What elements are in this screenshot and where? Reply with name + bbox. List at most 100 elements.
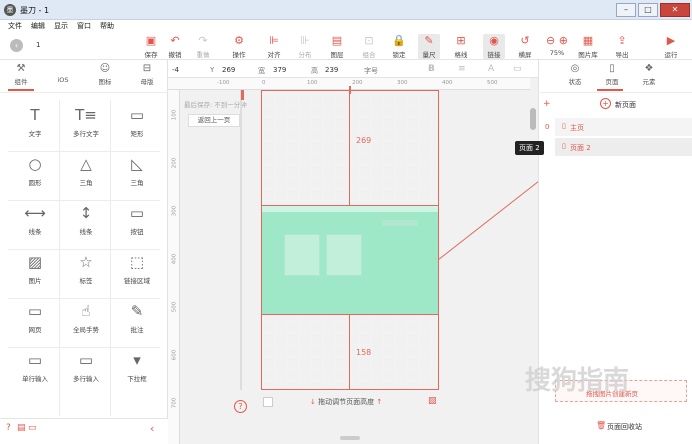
component-single-input[interactable]: ▭ 单行输入 [11, 349, 59, 383]
toolbar-image-library-button[interactable]: ▦ 图片库 [577, 34, 599, 59]
toolbar-redo-button[interactable]: ↷ 重做 [192, 34, 214, 59]
tab-apple[interactable]: iOS [42, 63, 84, 84]
toolbar-zoom-button[interactable]: ⊖ ⊕ 75% [546, 34, 568, 57]
y-field[interactable]: 269 [222, 66, 235, 74]
menu-window[interactable]: 窗口 [77, 21, 91, 31]
fill-icon[interactable]: ▭ [513, 64, 522, 74]
component-text[interactable]: T 文字 [11, 104, 59, 138]
component-multiline-text[interactable]: T≡ 多行文字 [62, 104, 110, 138]
toolbar-undo-button[interactable]: ↶ 撤销 [164, 34, 186, 59]
toolbar-label: 图片库 [578, 51, 598, 59]
component-webpage[interactable]: ▭ 网页 [11, 300, 59, 334]
canvas-scrollbar[interactable] [530, 108, 536, 130]
minimize-button[interactable]: – [616, 3, 636, 17]
menu-help[interactable]: 帮助 [100, 21, 114, 31]
bold-icon[interactable]: B [428, 64, 435, 74]
hotspot-card-preview [326, 234, 362, 276]
component-right-triangle[interactable]: ◺ 三角 [113, 153, 161, 187]
toolbar-save-button[interactable]: ▣ 保存 [140, 34, 162, 59]
component-rectangle[interactable]: ▭ 矩形 [113, 104, 161, 138]
recycle-bin-icon: 🗑 [596, 421, 607, 430]
component-v-line[interactable]: ↕ 线条 [62, 202, 110, 236]
toolbar-export-button[interactable]: ⇪ 导出 [611, 34, 633, 59]
new-page-button[interactable]: 新页面 [615, 100, 636, 110]
action-icon: ⚙ [234, 34, 244, 47]
tab-label: 组件 [14, 78, 28, 86]
link-eye-icon: ◉ [489, 34, 499, 47]
toolbar-rotate-button[interactable]: ↺ 横屏 [514, 34, 536, 59]
component-circle[interactable]: ○ 圆形 [11, 153, 59, 187]
component-annotation[interactable]: ✎ 批注 [113, 300, 161, 334]
multiline-text-icon: T≡ [75, 106, 97, 124]
right-tab-label: 状态 [568, 78, 582, 86]
watermark: 搜狗指南 [525, 366, 630, 396]
page-item-home-label: 主页 [570, 124, 584, 132]
state-icon: ◎ [570, 63, 580, 74]
text-color-icon[interactable]: A [488, 64, 494, 74]
tab-emoji[interactable]: ☺ 图标 [84, 63, 126, 86]
component-gesture[interactable]: ☝ 全局手势 [62, 300, 110, 334]
toolbar-group-button[interactable]: ⊡ 组合 [358, 34, 380, 59]
back-circle-icon[interactable]: ‹ [10, 39, 23, 52]
tab-component[interactable]: ⚒ 组件 [0, 63, 42, 86]
drag-page-height-hint[interactable]: ↓ 拖动调节页面高度 ↑ [310, 397, 382, 407]
maximize-button[interactable]: □ [638, 3, 658, 17]
toolbar-ruler-button[interactable]: ✎ 量尺 [418, 34, 440, 59]
image-icon[interactable]: ▨ [428, 396, 437, 406]
right-tab-page[interactable]: ▯ 页面 [596, 63, 628, 86]
ruler-h-label: 500 [487, 80, 498, 86]
toolbar-layer-button[interactable]: ▤ 图层 [326, 34, 348, 59]
arrow-down-icon: ↓ [310, 398, 316, 406]
component-tag-star[interactable]: ☆ 标签 [62, 251, 110, 285]
measure-line-top [349, 90, 350, 205]
component-h-line[interactable]: ⟷ 线条 [11, 202, 59, 236]
webpage-icon: ▭ [27, 302, 43, 320]
toolbar-distribute-button[interactable]: ⊪ 分布 [294, 34, 316, 59]
toolbar-run-button[interactable]: ▶ 运行 [660, 34, 682, 59]
page-item-2-label: 页面 2 [570, 144, 591, 152]
link-hotspot[interactable] [261, 205, 439, 315]
checkbox-icon[interactable] [263, 397, 273, 407]
ruler-h-label: 0 [262, 80, 266, 86]
right-tab-state[interactable]: ◎ 状态 [559, 63, 591, 86]
component-multi-input[interactable]: ▭ 多行输入 [62, 349, 110, 383]
menu-view[interactable]: 显示 [54, 21, 68, 31]
toolbar-grid-button[interactable]: ⊞ 格线 [450, 34, 472, 59]
toolbar-action-button[interactable]: ⚙ 操作 [228, 34, 250, 59]
app-logo-icon: 墨 [4, 4, 16, 16]
doc-icon[interactable]: ▤ [17, 423, 26, 433]
height-field[interactable]: 239 [325, 66, 338, 74]
component-label: 链接区域 [124, 277, 150, 285]
measure-line-bottom [349, 315, 350, 390]
help-circle-icon[interactable]: ? [6, 423, 11, 433]
help-icon[interactable]: ? [234, 400, 247, 413]
rectangle-icon: ▭ [129, 106, 145, 124]
text-align-icon[interactable]: ≡ [458, 64, 466, 74]
menu-edit[interactable]: 编辑 [31, 21, 45, 31]
width-field[interactable]: 379 [273, 66, 286, 74]
toolbar-lock-button[interactable]: 🔒 锁定 [388, 34, 410, 59]
rotate-icon: ↺ [520, 34, 530, 47]
collapse-left-icon[interactable]: ‹ [150, 422, 154, 435]
toolbar-align-button[interactable]: ⊫ 对齐 [263, 34, 285, 59]
active-tab-indicator [8, 89, 34, 91]
back-to-previous-button[interactable]: 返回上一页 [188, 114, 240, 127]
x-field[interactable]: -4 [172, 66, 179, 74]
component-dropdown[interactable]: ▾ 下拉框 [113, 349, 161, 383]
component-triangle[interactable]: △ 三角 [62, 153, 110, 187]
right-tab-element[interactable]: ❖ 元素 [633, 63, 665, 86]
canvas-h-scrollbar[interactable] [340, 436, 360, 440]
recycle-bin-button[interactable]: 页面回收站 [607, 422, 642, 432]
chat-icon[interactable]: ▭ [28, 423, 37, 433]
hotspot-card-preview [284, 234, 320, 276]
last-saved-text: 最后保存: 不到一分钟 [184, 101, 247, 109]
toolbar-link-eye-button[interactable]: ◉ 链接 [483, 34, 505, 59]
component-image[interactable]: ▨ 图片 [11, 251, 59, 285]
close-button[interactable]: ✕ [660, 3, 690, 17]
component-button[interactable]: ▭ 按钮 [113, 202, 161, 236]
tab-master[interactable]: ⊟ 母版 [126, 63, 168, 86]
component-link-area[interactable]: ⬚ 链接区域 [113, 251, 161, 285]
ruler-marker-v [241, 90, 244, 100]
menu-file[interactable]: 文件 [8, 21, 22, 31]
add-icon[interactable]: + [543, 99, 551, 109]
